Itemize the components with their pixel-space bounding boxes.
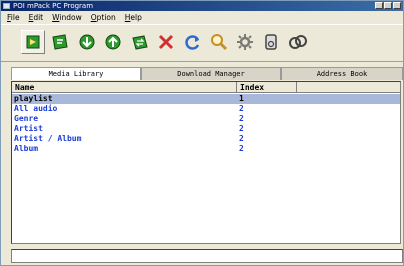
list-rows: playlist 1 All audio 2 Genre 2 Artist 2 Artist /… — [12, 94, 400, 154]
list-item[interactable]: Genre 2 — [12, 114, 400, 124]
list-item[interactable]: All audio 2 — [12, 104, 400, 114]
status-bar — [11, 249, 403, 263]
menu-option[interactable]: Option — [91, 12, 116, 23]
delete-icon — [158, 34, 174, 50]
list-item[interactable]: playlist 1 — [12, 94, 400, 104]
settings-button[interactable] — [233, 30, 257, 54]
refresh-button[interactable] — [181, 30, 205, 54]
window-controls — [375, 2, 401, 9]
list-header: Name Index — [12, 82, 400, 93]
toolbar — [1, 24, 403, 62]
item-index: 2 — [239, 144, 244, 153]
delete-button[interactable] — [154, 30, 178, 54]
tab-address-book[interactable]: Address Book — [281, 67, 403, 80]
search-icon — [211, 34, 228, 51]
title-bar[interactable]: POI mPack PC Program — [1, 1, 403, 11]
item-name: All audio — [14, 104, 58, 113]
menu-bar: File Edit Window Option Help — [1, 12, 403, 23]
item-index: 2 — [239, 124, 244, 133]
exit-icon — [289, 35, 307, 49]
media-library-button[interactable] — [21, 30, 45, 54]
item-index: 2 — [239, 104, 244, 113]
item-index: 2 — [239, 134, 244, 143]
menu-help[interactable]: Help — [125, 12, 142, 23]
upload-icon — [105, 34, 121, 50]
tab-download-manager[interactable]: Download Manager — [141, 67, 281, 80]
menu-window[interactable]: Window — [52, 12, 82, 23]
item-name: Genre — [14, 114, 39, 123]
exit-button[interactable] — [286, 30, 310, 54]
search-button[interactable] — [207, 30, 231, 54]
app-icon — [3, 3, 10, 9]
playlist-button[interactable] — [48, 30, 72, 54]
item-name: Artist — [14, 124, 43, 133]
list-item[interactable]: Artist 2 — [12, 124, 400, 134]
tab-strip: Media Library Download Manager Address B… — [11, 67, 403, 80]
column-header-index[interactable]: Index — [237, 82, 297, 93]
menu-file[interactable]: File — [7, 12, 20, 23]
item-name: Album — [14, 144, 39, 153]
device-button[interactable] — [259, 30, 283, 54]
media-list: Name Index playlist 1 All audio 2 Genre 2 Arti… — [11, 81, 401, 244]
minimize-button[interactable] — [375, 2, 383, 9]
item-index: 1 — [239, 94, 244, 103]
menu-edit[interactable]: Edit — [29, 12, 44, 23]
list-item[interactable]: Artist / Album 2 — [12, 134, 400, 144]
sync-icon — [132, 35, 148, 50]
settings-icon — [237, 34, 253, 50]
item-name: playlist — [14, 94, 53, 103]
upload-button[interactable] — [101, 30, 125, 54]
close-button[interactable] — [393, 2, 401, 9]
media-library-icon — [26, 35, 40, 49]
download-icon — [79, 34, 95, 50]
list-item[interactable]: Album 2 — [12, 144, 400, 154]
tab-media-library[interactable]: Media Library — [11, 67, 141, 80]
app-window: POI mPack PC Program File Edit Window Op… — [0, 0, 404, 266]
item-name: Artist / Album — [14, 134, 82, 143]
download-button[interactable] — [75, 30, 99, 54]
column-header-name[interactable]: Name — [12, 82, 237, 93]
maximize-button[interactable] — [384, 2, 392, 9]
item-index: 2 — [239, 114, 244, 123]
sync-button[interactable] — [128, 30, 152, 54]
window-title: POI mPack PC Program — [13, 2, 94, 10]
playlist-icon — [52, 34, 68, 50]
refresh-icon — [185, 35, 200, 50]
device-icon — [265, 34, 277, 50]
